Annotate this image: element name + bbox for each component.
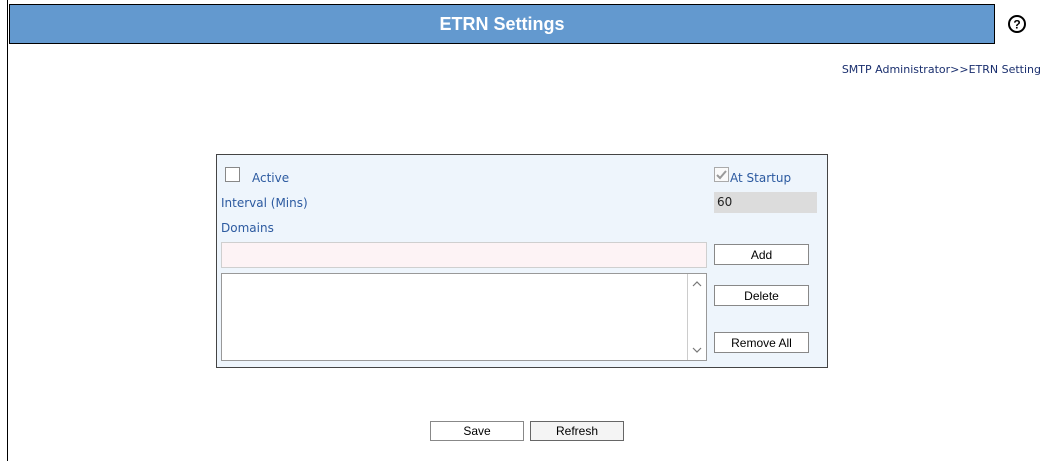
at-startup-label: At Startup xyxy=(730,171,792,185)
checkmark-icon xyxy=(716,170,727,180)
interval-field[interactable]: 60 xyxy=(714,192,817,213)
page-title: ETRN Settings xyxy=(439,13,565,34)
question-circle-icon[interactable]: ? xyxy=(1007,14,1027,34)
add-button[interactable]: Add xyxy=(714,244,809,265)
scroll-down-icon[interactable] xyxy=(688,341,706,359)
refresh-button[interactable]: Refresh xyxy=(530,421,624,441)
title-bar: ETRN Settings xyxy=(9,4,995,44)
etrn-settings-panel: Active At Startup Interval (Mins) 60 Dom… xyxy=(216,154,828,368)
svg-text:?: ? xyxy=(1013,18,1020,32)
breadcrumb[interactable]: SMTP Administrator>>ETRN Setting xyxy=(842,63,1041,76)
active-label: Active xyxy=(252,171,290,185)
at-startup-checkbox[interactable] xyxy=(714,167,729,182)
save-button[interactable]: Save xyxy=(430,421,524,441)
domain-input[interactable] xyxy=(221,242,707,268)
interval-label: Interval (Mins) xyxy=(221,196,308,210)
domains-scrollbar[interactable] xyxy=(687,274,706,360)
scroll-up-icon[interactable] xyxy=(688,275,706,293)
delete-button[interactable]: Delete xyxy=(714,285,809,306)
active-checkbox[interactable] xyxy=(225,167,240,182)
domains-list[interactable] xyxy=(221,273,707,361)
domains-label: Domains xyxy=(221,221,274,235)
remove-all-button[interactable]: Remove All xyxy=(714,332,809,353)
